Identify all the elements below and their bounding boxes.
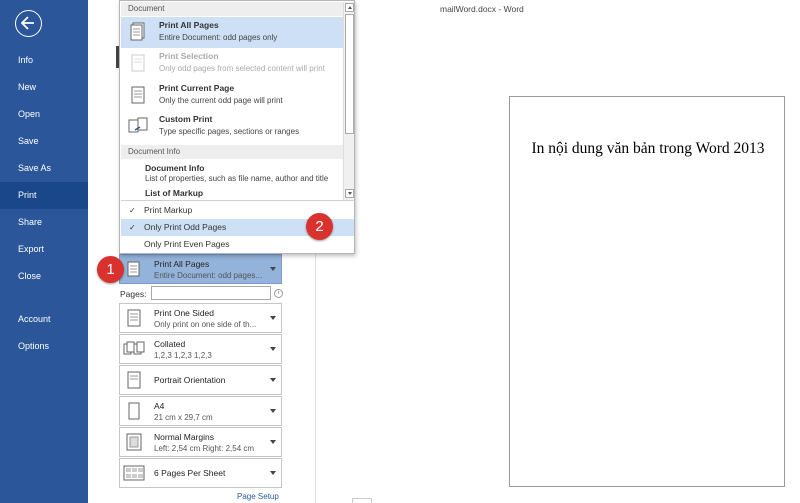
pages-label: Pages: bbox=[120, 289, 147, 299]
section-header-document-info: Document Info bbox=[121, 145, 343, 159]
menu-item-title: Print All Pages bbox=[159, 20, 219, 30]
orientation-dropdown[interactable]: Portrait Orientation bbox=[119, 365, 282, 395]
window-title: mailWord.docx - Word bbox=[440, 4, 524, 14]
option-label: Print Markup bbox=[144, 205, 193, 215]
sides-desc: Only print on one side of th... bbox=[154, 320, 257, 329]
print-all-pages-icon bbox=[127, 261, 140, 277]
menu-item-title: Print Selection bbox=[159, 51, 219, 61]
paper-title: A4 bbox=[154, 401, 165, 411]
scroll-up-icon[interactable] bbox=[345, 3, 354, 12]
paper-size-dropdown[interactable]: A4 21 cm x 29,7 cm bbox=[119, 396, 282, 426]
chevron-down-icon bbox=[270, 267, 276, 271]
check-icon: ✓ bbox=[129, 223, 136, 232]
sides-dropdown[interactable]: Print One Sided Only print on one side o… bbox=[119, 303, 282, 333]
menu-item-title: Print Current Page bbox=[159, 83, 235, 93]
menu-item-custom-print[interactable]: Custom Print Type specific pages, sectio… bbox=[121, 111, 343, 142]
collation-dropdown[interactable]: Collated 1,2,3 1,2,3 1,2,3 bbox=[119, 334, 282, 364]
callout-badge-2: 2 bbox=[306, 213, 333, 240]
sidebar-item-print[interactable]: Print bbox=[0, 182, 88, 209]
back-arrow-icon[interactable] bbox=[15, 10, 42, 37]
print-range-title: Print All Pages bbox=[154, 259, 210, 269]
sidebar-item-export[interactable]: Export bbox=[0, 236, 88, 263]
page-setup-link[interactable]: Page Setup bbox=[237, 492, 279, 501]
menu-item-desc: Only odd pages from selected content wil… bbox=[159, 64, 325, 73]
pages-per-sheet-icon bbox=[123, 465, 145, 481]
menu-item-list-of-markup[interactable]: List of Markup bbox=[121, 185, 343, 199]
menu-item-desc: Only the current odd page will print bbox=[159, 96, 283, 105]
sides-title: Print One Sided bbox=[154, 308, 215, 318]
chevron-down-icon bbox=[270, 378, 276, 382]
collated-icon bbox=[123, 341, 145, 355]
margins-icon bbox=[126, 433, 142, 451]
sidebar-item-info[interactable]: Info bbox=[0, 47, 88, 74]
portrait-orientation-icon bbox=[127, 371, 141, 389]
info-icon[interactable]: i bbox=[274, 289, 283, 298]
menu-divider bbox=[121, 200, 354, 201]
one-sided-icon bbox=[127, 309, 141, 327]
paper-desc: 21 cm x 29,7 cm bbox=[154, 413, 213, 422]
sidebar-item-save[interactable]: Save bbox=[0, 128, 88, 155]
pages-per-sheet-dropdown[interactable]: 6 Pages Per Sheet bbox=[119, 458, 282, 488]
print-current-page-icon bbox=[131, 86, 145, 104]
sidebar-item-options[interactable]: Options bbox=[0, 333, 88, 360]
menu-item-desc: List of properties, such as file name, a… bbox=[145, 174, 329, 183]
orientation-title: Portrait Orientation bbox=[154, 375, 226, 385]
menu-item-title: List of Markup bbox=[145, 188, 204, 198]
chevron-down-icon bbox=[270, 347, 276, 351]
callout-badge-1: 1 bbox=[97, 256, 124, 283]
chevron-down-icon bbox=[270, 316, 276, 320]
menu-item-print-selection[interactable]: Print Selection Only odd pages from sele… bbox=[121, 48, 343, 79]
option-label: Only Print Odd Pages bbox=[144, 222, 227, 232]
collation-title: Collated bbox=[154, 339, 186, 349]
page-navigation[interactable] bbox=[352, 498, 372, 503]
menu-item-title: Custom Print bbox=[159, 114, 213, 124]
menu-scrollbar[interactable] bbox=[343, 2, 354, 200]
sidebar-item-share[interactable]: Share bbox=[0, 209, 88, 236]
check-icon: ✓ bbox=[129, 206, 136, 215]
backstage-sidebar: Info New Open Save Save As Print Share E… bbox=[0, 0, 88, 503]
margins-desc: Left: 2,54 cm Right: 2,54 cm bbox=[154, 444, 255, 453]
print-range-desc: Entire Document: odd pages... bbox=[154, 271, 263, 280]
chevron-down-icon bbox=[270, 471, 276, 475]
collation-desc: 1,2,3 1,2,3 1,2,3 bbox=[154, 351, 212, 360]
chevron-down-icon bbox=[270, 409, 276, 413]
print-preview-page: In nội dung văn bản trong Word 2013 bbox=[509, 96, 785, 487]
paper-size-icon bbox=[128, 402, 140, 420]
sidebar-item-save-as[interactable]: Save As bbox=[0, 155, 88, 182]
scroll-down-icon[interactable] bbox=[345, 189, 354, 198]
section-header-document: Document bbox=[121, 2, 343, 16]
print-selection-icon bbox=[131, 54, 145, 72]
menu-item-print-current-page[interactable]: Print Current Page Only the current odd … bbox=[121, 80, 343, 111]
margins-title: Normal Margins bbox=[154, 432, 214, 442]
page-content-text: In nội dung văn bản trong Word 2013 bbox=[531, 140, 765, 157]
sidebar-item-account[interactable]: Account bbox=[0, 306, 88, 333]
menu-item-print-all-pages[interactable]: Print All Pages Entire Document: odd pag… bbox=[121, 17, 343, 48]
print-all-pages-icon bbox=[130, 22, 145, 41]
menu-item-desc: Type specific pages, sections or ranges bbox=[159, 127, 300, 136]
per-sheet-title: 6 Pages Per Sheet bbox=[154, 468, 226, 478]
menu-item-desc: Entire Document: odd pages only bbox=[159, 33, 278, 42]
print-range-dropdown[interactable]: Print All Pages Entire Document: odd pag… bbox=[119, 254, 282, 284]
margins-dropdown[interactable]: Normal Margins Left: 2,54 cm Right: 2,54… bbox=[119, 427, 282, 457]
option-label: Only Print Even Pages bbox=[144, 239, 230, 249]
sidebar-item-new[interactable]: New bbox=[0, 74, 88, 101]
sidebar-item-open[interactable]: Open bbox=[0, 101, 88, 128]
pages-input[interactable] bbox=[151, 286, 271, 300]
menu-item-title: Document Info bbox=[145, 163, 205, 173]
sidebar-item-close[interactable]: Close bbox=[0, 263, 88, 290]
scroll-thumb[interactable] bbox=[345, 14, 354, 134]
chevron-down-icon bbox=[270, 440, 276, 444]
custom-print-icon bbox=[128, 117, 148, 133]
